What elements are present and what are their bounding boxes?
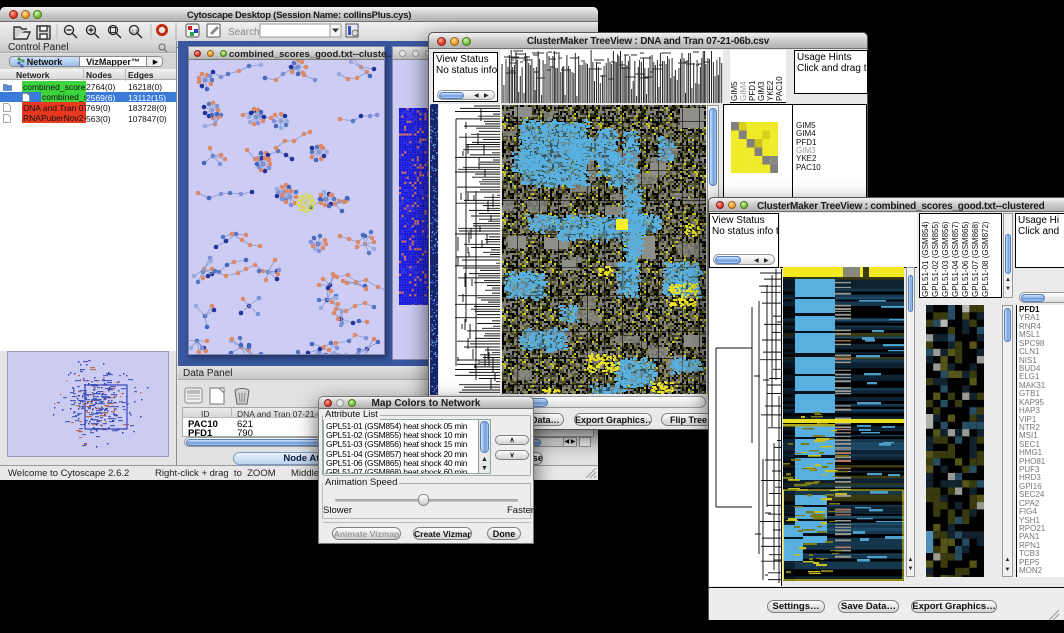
svg-text:GIM5: GIM5 — [730, 81, 739, 101]
svg-text:GIM3: GIM3 — [757, 81, 766, 101]
svg-text:1:1: 1:1 — [132, 29, 139, 34]
svg-text:GIM4: GIM4 — [739, 81, 748, 101]
svg-text:Search:: Search: — [228, 27, 262, 38]
svg-text:PFD1: PFD1 — [748, 80, 757, 101]
svg-text:PAC10: PAC10 — [775, 76, 784, 101]
svg-text:YKE2: YKE2 — [766, 80, 775, 101]
